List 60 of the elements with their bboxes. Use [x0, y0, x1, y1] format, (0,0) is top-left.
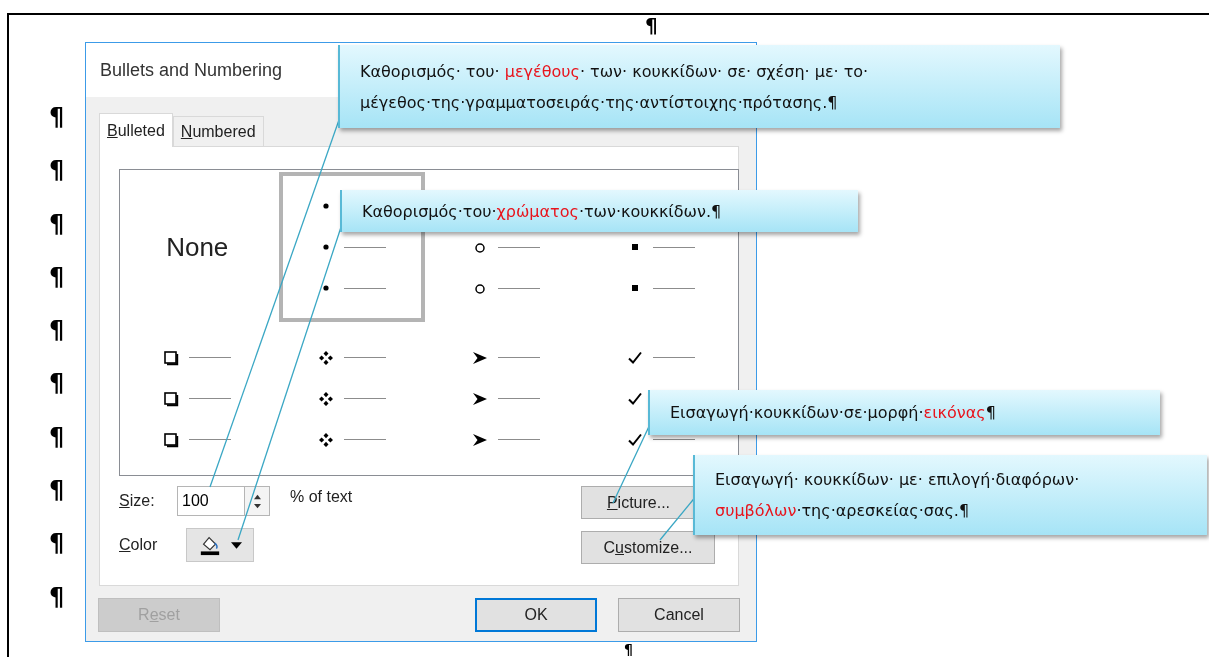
dialog-title: Bullets and Numbering: [100, 59, 283, 81]
diamond-bullet-icon: [317, 390, 334, 407]
caret-icon: [230, 541, 242, 549]
paragraph-mark: ¶: [48, 315, 63, 347]
paragraph-mark: ¶: [48, 475, 63, 507]
paragraph-mark: ¶: [624, 642, 633, 657]
paragraph-mark: ¶: [48, 528, 63, 560]
callout-text: Καθορισμός·του·χρώματος·των·κουκκίδων.¶: [362, 200, 722, 223]
size-label: Size:: [119, 492, 156, 510]
text-line: [343, 439, 386, 440]
dialog-button[interactable]: Customize...: [581, 531, 715, 564]
tab[interactable]: Numbered: [172, 116, 264, 146]
checkmark-bullet-icon: [626, 390, 643, 407]
checkmark-bullet-icon: [626, 431, 643, 448]
callout-text: Εισαγωγή·κουκκίδων·σε·μορφή·εικόνας¶: [670, 402, 996, 424]
arrowhead-bullet-icon: [472, 390, 489, 407]
paragraph-mark: ¶: [48, 581, 63, 613]
paragraph-mark: ¶: [48, 208, 63, 240]
tab[interactable]: Bulleted: [99, 113, 173, 147]
text-line: [343, 357, 386, 358]
text-line: [343, 398, 386, 399]
text-line: [343, 287, 386, 289]
text-line: [498, 398, 541, 399]
text-line: [652, 287, 695, 289]
dialog-button[interactable]: OK: [475, 598, 597, 632]
text-line: [189, 398, 232, 399]
box-bullet-icon: [163, 349, 180, 366]
paint-bucket-icon: [198, 534, 221, 556]
box-bullet-icon: [163, 431, 180, 448]
text-line: [498, 439, 541, 440]
spinner-arrows-icon[interactable]: [245, 486, 270, 516]
text-line: [343, 246, 386, 248]
arrowhead-bullet-icon: [472, 431, 489, 448]
diamond-bullet-icon: [317, 431, 334, 448]
diamond-bullet-icon: [317, 349, 334, 366]
dialog-button[interactable]: Picture...: [581, 486, 696, 519]
paragraph-mark: ¶: [645, 13, 658, 37]
paragraph-mark: ¶: [48, 261, 63, 293]
paragraph-mark: ¶: [48, 102, 63, 133]
text-line: [498, 357, 541, 358]
unit-label: % of text: [290, 488, 353, 506]
text-line: [498, 246, 541, 248]
text-line: [652, 246, 695, 248]
text-line: [498, 287, 541, 289]
paragraph-mark: ¶: [48, 155, 63, 187]
text-line: [189, 439, 232, 440]
text-line: [189, 357, 232, 358]
box-bullet-icon: [163, 390, 180, 407]
color-label: Color: [119, 536, 159, 554]
checkmark-bullet-icon: [626, 349, 643, 366]
dialog-button[interactable]: Cancel: [618, 598, 740, 632]
callout-text: Εισαγωγή· κουκκίδων· με· επιλογή·διαφόρων· συμβόλων·της·αρεσκείας·σας.¶: [715, 469, 1081, 522]
size-input[interactable]: 100: [177, 486, 245, 516]
text-line: [652, 357, 695, 358]
paragraph-mark: ¶: [48, 368, 63, 400]
color-picker-button[interactable]: [186, 528, 254, 562]
text-line: [652, 439, 695, 440]
arrowhead-bullet-icon: [472, 349, 489, 366]
paragraph-mark: ¶: [48, 421, 63, 453]
callout-text: Καθορισμός· του· μεγέθους· των· κουκκίδων· σε· σχέση· με· το· μέγεθος·της·γραμματοσειράς·της·αντίστοιχης·πρότασης.¶: [360, 60, 870, 114]
